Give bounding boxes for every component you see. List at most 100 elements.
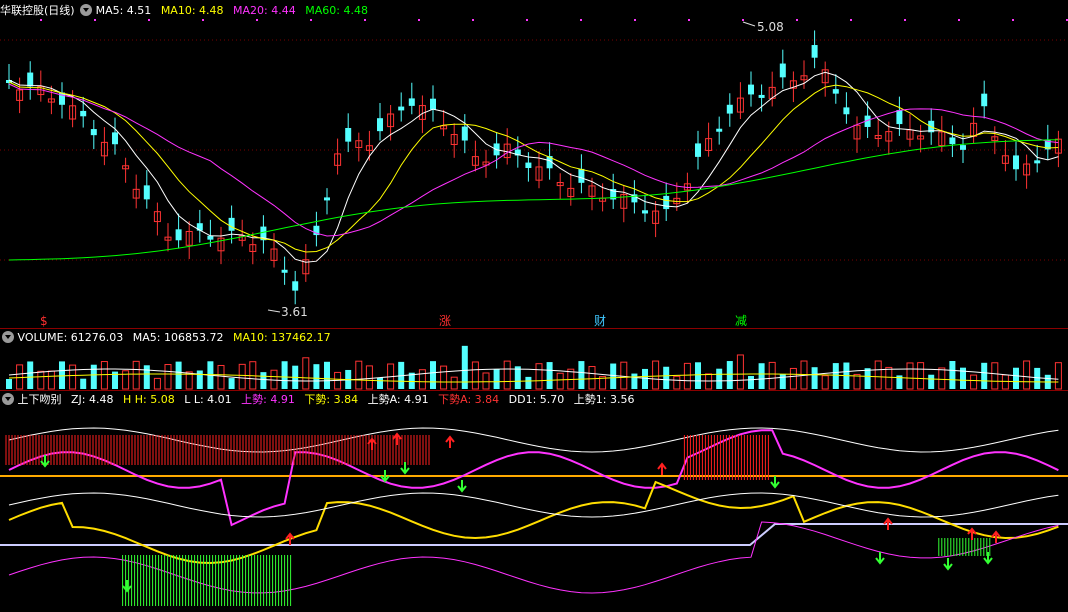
marker-reduce: 减	[735, 314, 748, 328]
volume-bar	[69, 364, 77, 390]
indicator-name: 上下吻别	[17, 393, 62, 406]
candle-down	[90, 129, 97, 136]
up-trend-label: 上勢: 4.91	[241, 393, 295, 406]
top-dot	[202, 19, 204, 21]
settings-circle-icon[interactable]	[2, 331, 14, 343]
top-dot	[958, 19, 960, 21]
candle-down	[811, 45, 818, 58]
candle-down	[143, 185, 150, 200]
top-dot	[40, 19, 42, 21]
volume-bar	[440, 365, 448, 390]
volume-bar	[430, 361, 436, 389]
volume-bar	[864, 368, 871, 389]
down-trend-line	[8, 480, 1059, 565]
volume-bar	[610, 363, 617, 389]
down-trend-a-label: 下勢A: 3.84	[438, 393, 500, 406]
candle-down	[398, 106, 405, 111]
volume-bar	[313, 364, 320, 389]
zj-label: ZJ: 4.48	[71, 393, 114, 406]
volume-bar	[631, 373, 638, 389]
candle-down	[27, 72, 34, 87]
volume-bar	[981, 362, 988, 389]
volume-bar	[471, 361, 479, 390]
volume-bar	[832, 363, 839, 389]
volume-bar	[80, 378, 87, 389]
low-arrow-icon	[267, 309, 281, 313]
volume-bar	[949, 361, 956, 389]
candle-down	[228, 217, 235, 231]
volume-bar	[970, 374, 978, 390]
volume-bar	[302, 357, 310, 390]
up-trend-1-line	[8, 521, 1059, 594]
down-trend-label: 下勢: 3.84	[304, 393, 359, 406]
marker-rise: 涨	[439, 314, 452, 328]
candlestick-chart[interactable]	[0, 0, 1068, 612]
volume-bar	[726, 361, 733, 389]
panel-divider	[0, 390, 1068, 391]
settings-circle-icon[interactable]	[2, 393, 14, 405]
volume-bar	[906, 362, 914, 390]
low-price-label: 3.61	[281, 305, 308, 319]
volume-label: VOLUME: 61276.03	[17, 331, 124, 344]
ma20-label: MA20: 4.44	[233, 4, 296, 17]
volume-bar	[228, 378, 235, 389]
volume-bar	[6, 379, 12, 389]
volume-bar	[556, 372, 564, 390]
ma5-line	[8, 71, 1059, 263]
volume-bar	[874, 360, 882, 390]
stock-name: 华联控股	[0, 4, 44, 17]
dd1-label: DD1: 5.70	[508, 393, 565, 406]
candle-down	[1034, 160, 1041, 164]
ll-label: L L: 4.01	[184, 393, 232, 406]
candle-down	[430, 98, 436, 110]
marker-dollar: $	[40, 314, 48, 328]
ma5-label: MA5: 4.51	[95, 4, 152, 17]
top-dot	[256, 19, 258, 21]
volume-bar	[853, 373, 861, 390]
volume-bar	[789, 367, 797, 390]
ma60-label: MA60: 4.48	[305, 4, 368, 17]
top-dot	[94, 19, 96, 21]
volume-bar	[450, 376, 458, 390]
volume-bar	[938, 367, 946, 390]
volume-bar	[1001, 374, 1009, 390]
candle-down	[345, 128, 352, 142]
candle-down	[281, 269, 288, 273]
candle-down	[663, 195, 670, 210]
volume-bar	[122, 370, 130, 390]
volume-bar	[260, 372, 267, 389]
candle-down	[1013, 155, 1019, 170]
candle-down	[758, 94, 765, 98]
candle-down	[80, 110, 87, 117]
red-up-arrow-icon	[392, 432, 402, 445]
volume-bar	[482, 372, 490, 390]
top-dot	[526, 19, 528, 21]
top-dot	[580, 19, 582, 21]
candle-down	[642, 210, 648, 214]
top-dot	[364, 19, 366, 21]
vol-ma5-label: MA5: 106853.72	[132, 331, 224, 344]
red-up-arrow-icon	[657, 462, 667, 475]
base-line	[0, 523, 1068, 546]
candle-down	[324, 197, 330, 201]
hh-label: H H: 5.08	[122, 393, 175, 406]
volume-bar	[217, 364, 225, 390]
candle-down	[896, 110, 903, 125]
panel-divider	[0, 328, 1068, 329]
volume-bar	[779, 374, 786, 389]
volume-bar	[620, 361, 628, 390]
top-dot	[310, 19, 312, 21]
top-dot	[634, 19, 636, 21]
candle-down	[949, 137, 956, 145]
top-dot	[796, 19, 798, 21]
settings-circle-icon[interactable]	[80, 4, 93, 16]
volume-bar	[917, 362, 925, 390]
vol-ma10-label: MA10: 137462.17	[232, 331, 331, 344]
volume-bar	[90, 364, 97, 389]
volume-bar	[758, 363, 765, 389]
volume-bar	[1054, 362, 1062, 390]
volume-bar	[535, 363, 543, 390]
volume-bar	[196, 370, 203, 389]
volume-bar	[281, 361, 288, 389]
green-down-arrow-icon	[943, 558, 953, 571]
